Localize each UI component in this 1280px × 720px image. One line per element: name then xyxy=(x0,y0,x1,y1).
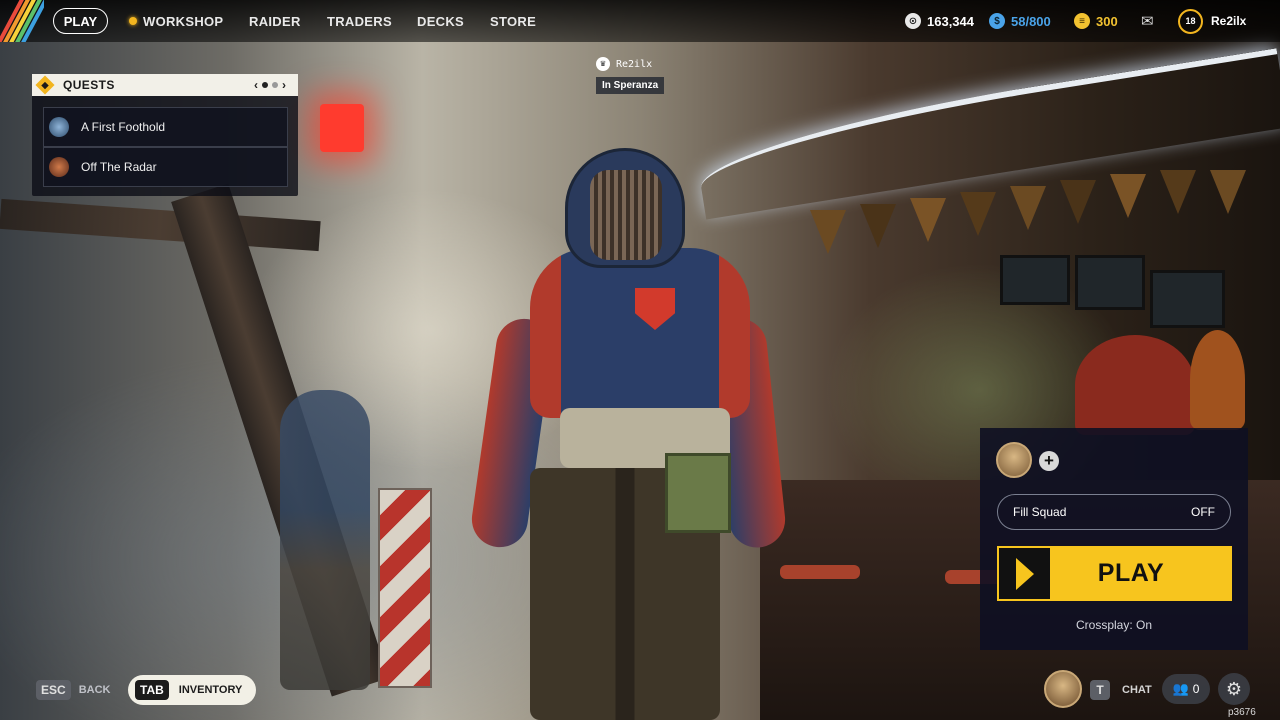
coins-display: ⊙ 163,344 xyxy=(905,0,974,42)
workshop-notification-icon xyxy=(129,17,137,25)
player-avatar[interactable] xyxy=(1044,670,1082,708)
scene-beam xyxy=(0,198,321,252)
fill-squad-label: Fill Squad xyxy=(1013,505,1067,519)
friends-button[interactable]: 👥 0 xyxy=(1162,674,1210,704)
friends-count: 0 xyxy=(1192,682,1200,696)
rainbow-logo-icon xyxy=(0,0,44,42)
build-id: p3676 xyxy=(1228,707,1256,718)
scene-red-light xyxy=(320,104,364,152)
quest-diamond-icon xyxy=(35,75,55,95)
scene-pennants xyxy=(790,170,1280,270)
scene-worker xyxy=(280,390,370,690)
character-mask xyxy=(590,170,662,260)
character-pouch xyxy=(665,453,731,533)
quest-item[interactable]: A First Foothold xyxy=(43,107,288,147)
storage-value: 58/800 xyxy=(1011,13,1051,29)
nav-workshop-label: WORKSHOP xyxy=(143,13,224,29)
quests-panel: QUESTS ‹ › A First Foothold Off The Rada… xyxy=(32,74,298,196)
storage-display: $ 58/800 xyxy=(989,0,1051,42)
play-button[interactable]: PLAY xyxy=(997,546,1232,601)
nav-raider-tab[interactable]: RAIDER xyxy=(249,14,301,29)
squad-leader-avatar[interactable] xyxy=(996,442,1032,478)
player-nameplate: ♛ Re2ilx In Speranza xyxy=(596,57,665,94)
character-torso xyxy=(530,248,750,418)
tokens-display: ≡ 300 xyxy=(1074,0,1118,42)
back-label: BACK xyxy=(78,684,111,696)
pager-dot-active xyxy=(262,82,268,88)
chat-button[interactable]: CHAT xyxy=(1122,684,1152,696)
scene-stool xyxy=(780,565,860,579)
inventory-button[interactable]: TAB INVENTORY xyxy=(128,675,256,705)
add-squad-member-button[interactable]: + xyxy=(1039,451,1059,471)
crossplay-status: Crossplay: On xyxy=(1075,618,1153,632)
scene-neon-bar xyxy=(693,48,1280,220)
quest-name: A First Foothold xyxy=(81,120,166,134)
mail-button[interactable]: ✉ xyxy=(1141,0,1154,42)
gear-icon: ⚙ xyxy=(1225,678,1243,699)
quest-item[interactable]: Off The Radar xyxy=(43,147,288,187)
quests-pager: ‹ › xyxy=(254,78,286,92)
player-profile[interactable]: 18 Re2ilx xyxy=(1178,0,1246,42)
coin-icon: ⊙ xyxy=(905,13,921,29)
squad-panel: + Fill Squad OFF PLAY Crossplay: On xyxy=(980,428,1248,650)
chevron-right-icon[interactable]: › xyxy=(282,78,286,92)
nav-store-tab[interactable]: STORE xyxy=(490,14,536,29)
coins-value: 163,344 xyxy=(927,13,974,29)
chevron-left-icon[interactable]: ‹ xyxy=(254,78,258,92)
quests-header: QUESTS ‹ › xyxy=(32,74,298,96)
fill-squad-toggle[interactable]: Fill Squad OFF xyxy=(997,494,1231,530)
esc-key-icon: ESC xyxy=(36,680,71,700)
scene-tv xyxy=(1000,255,1070,305)
username-label: Re2ilx xyxy=(1211,14,1247,28)
play-button-label: PLAY xyxy=(1097,559,1165,587)
top-navigation-bar: PLAY WORKSHOP RAIDER TRADERS DECKS STORE… xyxy=(0,0,1280,42)
nameplate-username: Re2ilx xyxy=(616,58,653,70)
settings-button[interactable]: ⚙ xyxy=(1218,673,1250,705)
inventory-label: INVENTORY xyxy=(178,684,243,696)
nav-play-tab[interactable]: PLAY xyxy=(53,8,108,34)
fill-squad-value: OFF xyxy=(1191,505,1215,519)
tab-key-icon: TAB xyxy=(135,680,169,700)
scene-patron xyxy=(1075,335,1195,435)
raider-character xyxy=(468,148,788,720)
scene-tv xyxy=(1150,270,1225,328)
token-icon: ≡ xyxy=(1074,13,1090,29)
chevron-right-icon xyxy=(999,548,1050,599)
pager-dot xyxy=(272,82,278,88)
nav-traders-tab[interactable]: TRADERS xyxy=(327,14,392,29)
nav-decks-tab[interactable]: DECKS xyxy=(417,14,464,29)
nameplate-name-row: ♛ Re2ilx xyxy=(596,57,664,71)
nameplate-location: In Speranza xyxy=(596,77,665,94)
crown-icon: ♛ xyxy=(596,57,610,71)
quests-title: QUESTS xyxy=(63,78,115,92)
quest-giver-avatar-icon xyxy=(49,117,69,137)
friends-icon: 👥 xyxy=(1172,681,1189,696)
scene-striped-post xyxy=(378,488,432,688)
mail-icon: ✉ xyxy=(1141,13,1154,30)
nav-workshop-tab[interactable]: WORKSHOP xyxy=(129,14,223,29)
quest-name: Off The Radar xyxy=(81,160,157,174)
scene-tv xyxy=(1075,255,1145,310)
tokens-value: 300 xyxy=(1096,13,1118,29)
level-badge: 18 xyxy=(1178,8,1203,34)
t-key-icon: T xyxy=(1090,680,1110,700)
quest-giver-avatar-icon xyxy=(49,157,69,177)
storage-icon: $ xyxy=(989,13,1005,29)
back-control[interactable]: ESC BACK xyxy=(36,677,110,703)
scene-girder xyxy=(171,183,389,697)
scene-patron xyxy=(1190,330,1245,430)
